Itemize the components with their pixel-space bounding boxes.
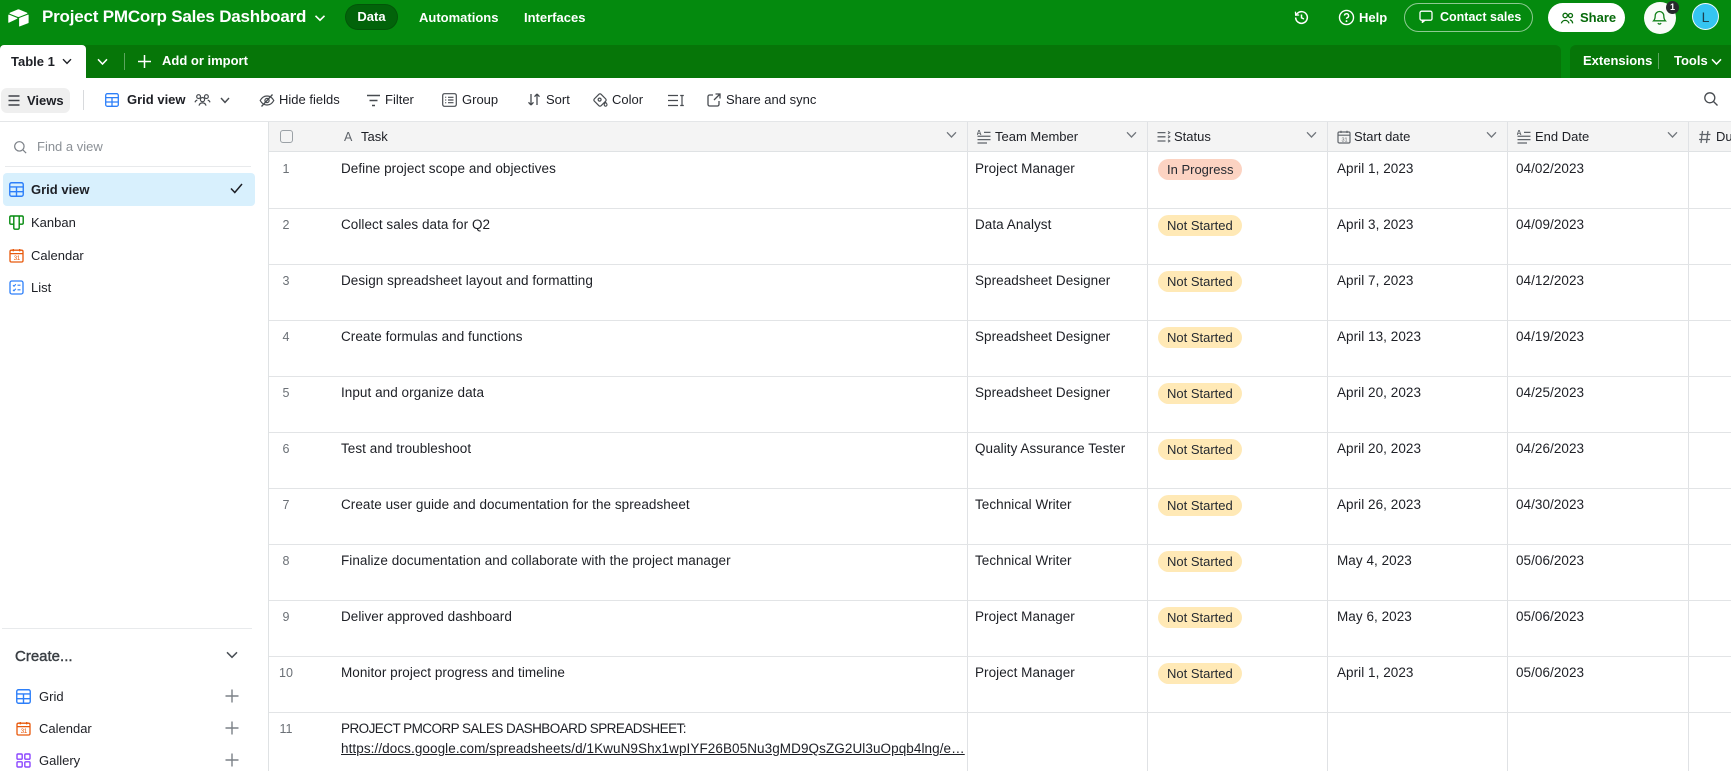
svg-text:31: 31 — [1342, 138, 1348, 144]
svg-text:31: 31 — [14, 255, 21, 262]
svg-text:31: 31 — [21, 728, 28, 735]
svg-text:A: A — [344, 130, 353, 144]
